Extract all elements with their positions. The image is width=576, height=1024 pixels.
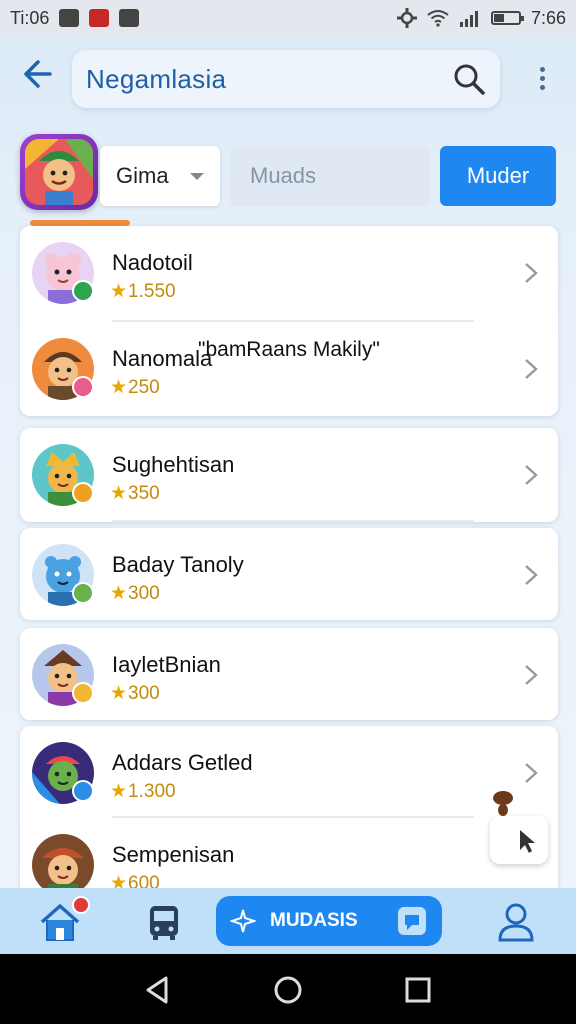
- back-arrow-icon[interactable]: [16, 54, 56, 94]
- system-back-icon[interactable]: [138, 970, 178, 1010]
- item-score: ★1.300: [110, 781, 176, 802]
- status-bar: Ti:06 7:66: [0, 0, 576, 36]
- status-badge: [72, 376, 94, 398]
- status-time: 7:66: [530, 7, 566, 28]
- search-input-value: Negamlasia: [86, 63, 227, 94]
- chevron-down-icon: [190, 172, 204, 180]
- status-badge: [72, 280, 94, 302]
- system-home-icon[interactable]: [268, 970, 308, 1010]
- filter-submit-label: Muder: [466, 163, 530, 188]
- character-avatar-icon: [25, 139, 93, 205]
- notification-icon: [119, 9, 140, 27]
- profile-avatar[interactable]: [20, 134, 98, 210]
- status-badge: [72, 482, 94, 504]
- status-badge: [72, 682, 94, 704]
- divider: [112, 520, 474, 522]
- list-card: Sughehtisan ★350: [20, 428, 558, 522]
- cursor-icon: [520, 830, 535, 853]
- overlay-caption: "bamRaans Makily": [198, 338, 380, 361]
- bus-icon[interactable]: [142, 900, 186, 944]
- item-score: ★300: [110, 583, 160, 604]
- star-icon: ★: [110, 377, 128, 398]
- filter-input-placeholder: Muads: [250, 163, 317, 188]
- system-recents-icon[interactable]: [398, 970, 438, 1010]
- list-item[interactable]: Baday Tanoly ★300: [20, 528, 558, 622]
- filter-input[interactable]: Muads: [230, 146, 430, 206]
- sparkle-icon: [230, 909, 256, 933]
- star-icon: ★: [110, 781, 128, 802]
- dropdown-value: Gima: [116, 163, 169, 188]
- list-card: Baday Tanoly ★300: [20, 528, 558, 620]
- chevron-right-icon: [525, 763, 538, 783]
- list-card: Nadotoil ★1.550 Nanomala ★250: [20, 226, 558, 416]
- list-item[interactable]: Addars Getled ★1.300: [20, 726, 558, 820]
- more-menu-icon[interactable]: [528, 60, 556, 96]
- search-input[interactable]: Negamlasia: [72, 50, 500, 108]
- item-name: Sughehtisan: [112, 452, 235, 477]
- category-dropdown[interactable]: Gima: [100, 146, 220, 206]
- blob-icon: [493, 791, 513, 816]
- item-score: ★300: [110, 683, 160, 704]
- list-item[interactable]: Nadotoil ★1.550: [20, 226, 558, 320]
- notification-icon: [59, 9, 80, 27]
- settings-gear-icon: [396, 8, 417, 28]
- notification-icon: [89, 9, 110, 27]
- status-badge: [72, 582, 94, 604]
- item-score: ★350: [110, 483, 160, 504]
- chevron-right-icon: [525, 359, 538, 379]
- chevron-right-icon: [525, 263, 538, 283]
- star-icon: ★: [110, 583, 128, 604]
- chevron-right-icon: [525, 565, 538, 585]
- signal-icon: [459, 11, 478, 27]
- list-item[interactable]: IayletBnian ★300: [20, 628, 558, 722]
- status-badge: [72, 780, 94, 802]
- star-icon: ★: [110, 683, 128, 704]
- top-bar: Negamlasia: [0, 36, 576, 124]
- item-score: ★1.550: [110, 281, 176, 302]
- list-item[interactable]: Sughehtisan ★350: [20, 428, 558, 522]
- chevron-right-icon: [525, 465, 538, 485]
- filter-submit-button[interactable]: Muder: [440, 146, 556, 206]
- status-left-text: Ti:06: [10, 7, 50, 28]
- profile-icon[interactable]: [494, 900, 538, 944]
- center-action-label: MUDASIS: [270, 910, 358, 931]
- list-card: IayletBnian ★300: [20, 628, 558, 720]
- bottom-nav: MUDASIS: [0, 888, 576, 954]
- center-action-button[interactable]: MUDASIS: [216, 896, 442, 946]
- item-name: Sempenisan: [112, 842, 235, 867]
- avatar: [32, 834, 94, 896]
- star-icon: ★: [110, 281, 128, 302]
- system-nav-bar: [0, 954, 576, 1024]
- floating-assistant-button[interactable]: [486, 790, 548, 866]
- star-icon: ★: [110, 483, 128, 504]
- notification-badge: [72, 896, 90, 914]
- battery-icon: [490, 11, 524, 25]
- item-name: Addars Getled: [112, 750, 253, 775]
- filter-row: Gima Muads Muder: [0, 130, 576, 220]
- item-score: ★250: [110, 377, 160, 398]
- chevron-right-icon: [525, 665, 538, 685]
- wifi-icon: [427, 10, 449, 27]
- list-card: Addars Getled ★1.300 Sempenisan ★600: [20, 726, 558, 896]
- cursor-box: [490, 816, 548, 864]
- item-name: IayletBnian: [112, 652, 221, 677]
- item-name: Nadotoil: [112, 250, 193, 275]
- list-item[interactable]: Nanomala ★250: [20, 322, 558, 416]
- chat-icon: [398, 907, 426, 935]
- search-icon[interactable]: [452, 62, 486, 96]
- item-name: Baday Tanoly: [112, 552, 244, 577]
